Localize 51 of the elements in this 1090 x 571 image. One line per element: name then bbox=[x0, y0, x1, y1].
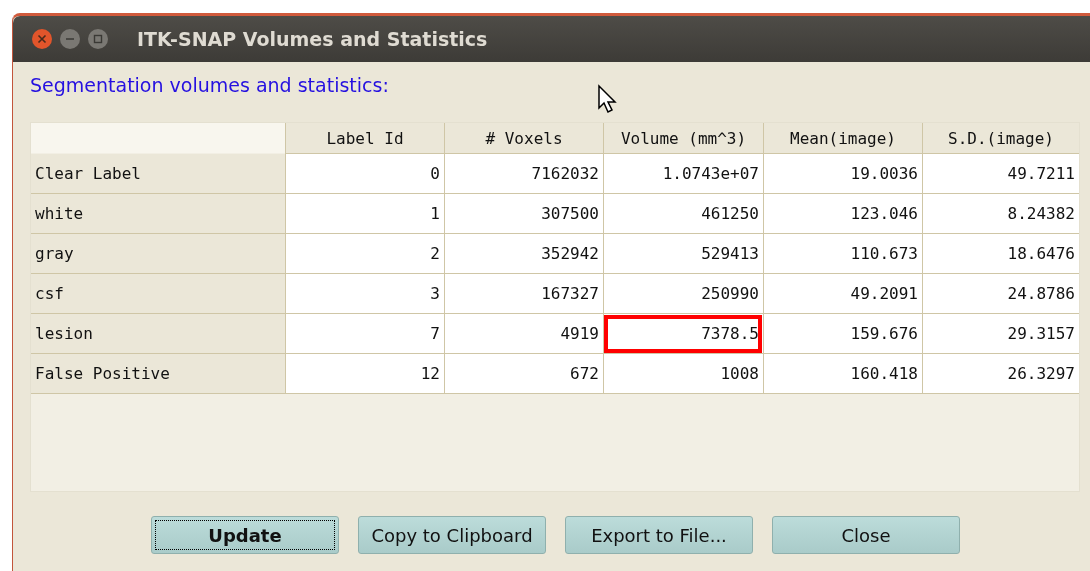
dialog-button[interactable]: Close bbox=[772, 516, 960, 554]
window-title: ITK-SNAP Volumes and Statistics bbox=[137, 28, 488, 50]
table-cell: 672 bbox=[444, 354, 603, 394]
table-cell: 461250 bbox=[603, 194, 763, 234]
table-cell: 250990 bbox=[603, 274, 763, 314]
table-cell: 1 bbox=[285, 194, 444, 234]
column-header[interactable]: # Voxels bbox=[444, 123, 603, 154]
table-cell: 29.3157 bbox=[922, 314, 1079, 354]
row-header[interactable]: csf bbox=[31, 274, 285, 314]
table-cell: 49.2091 bbox=[763, 274, 922, 314]
table-cell: 2 bbox=[285, 234, 444, 274]
table-cell: 7 bbox=[285, 314, 444, 354]
column-header[interactable]: Label Id bbox=[285, 123, 444, 154]
table-cell: 12 bbox=[285, 354, 444, 394]
table-cell: 7162032 bbox=[444, 154, 603, 194]
table-cell: 160.418 bbox=[763, 354, 922, 394]
row-header[interactable]: False Positive bbox=[31, 354, 285, 394]
table-cell: 307500 bbox=[444, 194, 603, 234]
table-cell: 529413 bbox=[603, 234, 763, 274]
maximize-icon[interactable] bbox=[87, 28, 109, 50]
row-header[interactable]: Clear Label bbox=[31, 154, 285, 194]
table-cell: 167327 bbox=[444, 274, 603, 314]
dialog-button[interactable]: Update bbox=[151, 516, 339, 554]
table-cell: 8.24382 bbox=[922, 194, 1079, 234]
table-cell: 26.3297 bbox=[922, 354, 1079, 394]
table-cell: 24.8786 bbox=[922, 274, 1079, 314]
table-cell: 1.0743e+07 bbox=[603, 154, 763, 194]
table-cell: 123.046 bbox=[763, 194, 922, 234]
table-cell: 19.0036 bbox=[763, 154, 922, 194]
table-cell: 352942 bbox=[444, 234, 603, 274]
table-cell: 7378.5 bbox=[603, 314, 763, 354]
column-header[interactable]: Volume (mm^3) bbox=[603, 123, 763, 154]
table-cell: 18.6476 bbox=[922, 234, 1079, 274]
table-cell: 49.7211 bbox=[922, 154, 1079, 194]
table-cell: 0 bbox=[285, 154, 444, 194]
dialog-button[interactable]: Copy to Clipboard bbox=[358, 516, 546, 554]
dialog-button[interactable]: Export to File... bbox=[565, 516, 753, 554]
row-header[interactable]: lesion bbox=[31, 314, 285, 354]
section-heading: Segmentation volumes and statistics: bbox=[30, 74, 389, 96]
row-header[interactable]: white bbox=[31, 194, 285, 234]
table-cell: 1008 bbox=[603, 354, 763, 394]
table-cell: 110.673 bbox=[763, 234, 922, 274]
column-header[interactable]: Mean(image) bbox=[763, 123, 922, 154]
mouse-pointer-icon bbox=[596, 84, 619, 114]
close-icon[interactable] bbox=[31, 28, 53, 50]
column-header[interactable]: S.D.(image) bbox=[922, 123, 1079, 154]
table-cell: 159.676 bbox=[763, 314, 922, 354]
minimize-icon[interactable] bbox=[59, 28, 81, 50]
table-cell: 4919 bbox=[444, 314, 603, 354]
table-cell: 3 bbox=[285, 274, 444, 314]
row-header[interactable]: gray bbox=[31, 234, 285, 274]
